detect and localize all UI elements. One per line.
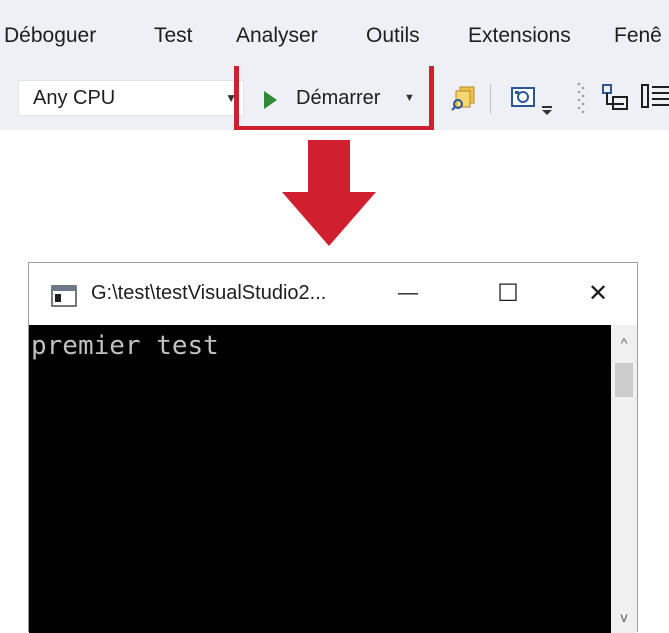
close-button[interactable]: ✕ (575, 273, 621, 313)
scroll-down-icon[interactable]: v (611, 605, 637, 629)
find-in-files-icon[interactable] (450, 84, 478, 112)
minimize-button[interactable]: — (385, 273, 431, 313)
menu-bar: Déboguer Test Analyser Outils Extensions… (0, 0, 669, 66)
scroll-up-icon[interactable]: ^ (611, 331, 637, 355)
console-window: G:\test\testVisualStudio2... — ☐ ✕ premi… (28, 262, 638, 633)
console-window-title: G:\test\testVisualStudio2... (91, 282, 327, 304)
toolbar-grip-icon[interactable] (576, 80, 586, 116)
menu-item-outils[interactable]: Outils (366, 24, 420, 48)
menu-item-analyser[interactable]: Analyser (236, 24, 318, 48)
maximize-button[interactable]: ☐ (485, 273, 531, 313)
menu-item-test[interactable]: Test (154, 24, 193, 48)
vertical-scrollbar[interactable]: ^ v (611, 325, 637, 633)
scroll-thumb[interactable] (615, 363, 633, 397)
console-output-text: premier test (31, 331, 219, 361)
step-into-icon[interactable] (600, 82, 630, 112)
overflow-dropdown-icon[interactable] (540, 98, 556, 118)
console-output-area[interactable]: premier test (29, 325, 611, 633)
camera-icon[interactable] (510, 84, 538, 112)
start-button-highlight (234, 66, 434, 130)
console-app-icon (51, 285, 77, 307)
console-titlebar[interactable]: G:\test\testVisualStudio2... — ☐ ✕ (29, 263, 637, 325)
format-icon[interactable] (640, 82, 669, 112)
platform-combobox[interactable]: Any CPU ▼ (18, 80, 244, 116)
menu-item-deboguer[interactable]: Déboguer (4, 24, 96, 48)
menu-item-extensions[interactable]: Extensions (468, 24, 571, 48)
toolbar: Any CPU ▼ Démarrer ▼ (0, 66, 669, 130)
red-down-arrow-icon (282, 140, 376, 246)
platform-value: Any CPU (33, 87, 116, 109)
menu-item-fenetre[interactable]: Fenê (614, 24, 662, 48)
toolbar-separator (490, 84, 491, 114)
